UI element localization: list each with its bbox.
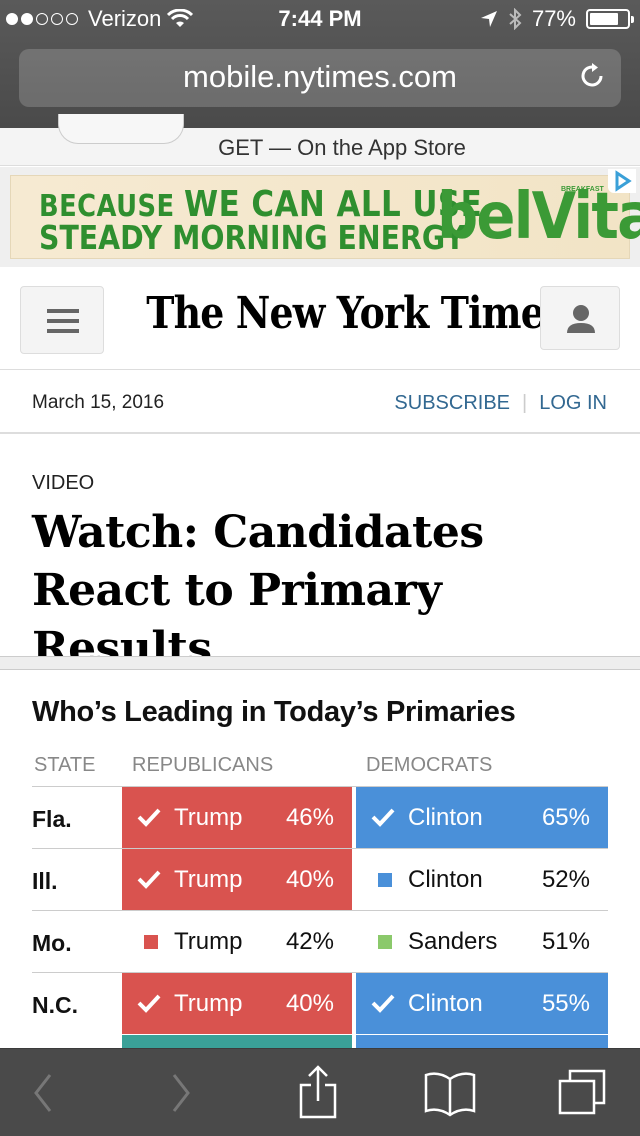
results-row: Ill. Trump 40% Clinton 52% <box>32 848 608 910</box>
candidate-percent: 40% <box>285 990 334 1017</box>
democrat-leader-cell: Clinton 55% <box>356 973 608 1034</box>
candidate-color-swatch <box>378 935 392 949</box>
state-name: N.C. <box>32 992 78 1018</box>
ad-brand-tag: BREAKFAST <box>561 186 604 193</box>
candidate-percent: 46% <box>285 804 334 831</box>
dateline-bar: March 15, 2016 SUBSCRIBE | LOG IN <box>0 370 640 434</box>
reload-icon[interactable] <box>577 61 607 91</box>
candidate-percent: 51% <box>541 928 590 955</box>
democrat-leader-cell: Clinton 52% <box>356 849 608 910</box>
nyt-logo[interactable]: The New York Times <box>146 288 565 339</box>
header-republicans: REPUBLICANS <box>132 754 274 776</box>
adchoices-icon[interactable] <box>608 169 636 193</box>
candidate-percent: 65% <box>541 804 590 831</box>
results-title: Who’s Leading in Today’s Primaries <box>32 696 516 728</box>
checkmark-icon <box>370 991 396 1015</box>
republican-leader-cell: Trump 40% <box>122 849 352 910</box>
section-divider <box>0 656 640 670</box>
state-name: Mo. <box>32 930 72 956</box>
checkmark-icon <box>136 991 162 1015</box>
advertisement[interactable]: BECAUSE WE CAN ALL USE STEADY MORNING EN… <box>0 167 640 267</box>
candidate-percent: 42% <box>285 928 334 955</box>
browser-chrome: Verizon 7:44 PM 77% mobile.nytimes.com <box>0 0 640 128</box>
results-row: Fla. Trump 46% Clinton 65% <box>32 786 608 848</box>
results-table: Fla. Trump 46% Clinton 65% Ill. Trump 40% Clinto… <box>32 786 608 1034</box>
checkmark-icon <box>136 867 162 891</box>
tabs-icon[interactable] <box>556 1049 612 1136</box>
app-banner-text: GET — On the App Store <box>218 135 466 160</box>
candidate-name: Trump <box>174 990 243 1017</box>
candidate-percent: 40% <box>285 866 334 893</box>
candidate-name: Clinton <box>408 804 483 831</box>
candidate-name: Trump <box>174 928 243 955</box>
candidate-percent: 52% <box>541 866 590 893</box>
status-right: 77% <box>480 6 634 32</box>
share-icon[interactable] <box>294 1049 342 1136</box>
link-separator: | <box>522 392 528 414</box>
back-icon[interactable] <box>20 1049 64 1136</box>
candidate-color-swatch <box>144 935 158 949</box>
republican-leader-cell: Trump 42% <box>122 911 352 972</box>
results-row: N.C. Trump 40% Clinton 55% <box>32 972 608 1034</box>
subscribe-link[interactable]: SUBSCRIBE <box>394 392 510 415</box>
account-links: SUBSCRIBE | LOG IN <box>394 392 607 415</box>
state-name: Fla. <box>32 806 72 832</box>
republican-leader-cell: Trump 40% <box>122 973 352 1034</box>
menu-button[interactable] <box>20 286 104 354</box>
battery-percent: 77% <box>531 6 576 31</box>
state-name: Ill. <box>32 868 58 894</box>
forward-icon[interactable] <box>160 1049 204 1136</box>
checkmark-icon <box>136 805 162 829</box>
candidate-percent: 55% <box>541 990 590 1017</box>
results-row: Mo. Trump 42% Sanders 51% <box>32 910 608 972</box>
democrat-leader-cell: Clinton 65% <box>356 787 608 848</box>
user-icon <box>567 305 595 333</box>
address-bar[interactable]: mobile.nytimes.com <box>19 49 621 107</box>
ad-banner[interactable]: BECAUSE WE CAN ALL USE STEADY MORNING EN… <box>10 175 640 259</box>
location-arrow-icon <box>480 11 497 27</box>
candidate-name: Clinton <box>408 866 483 893</box>
democrat-leader-cell: Sanders 51% <box>356 911 608 972</box>
republican-leader-cell: Trump 46% <box>122 787 352 848</box>
url-text: mobile.nytimes.com <box>183 59 457 94</box>
header-state: STATE <box>34 754 96 776</box>
masthead: The New York Times <box>0 268 640 370</box>
article-headline[interactable]: Watch: Candidates React to Primary Resul… <box>32 504 622 678</box>
login-link[interactable]: LOG IN <box>539 392 607 415</box>
candidate-name: Trump <box>174 866 243 893</box>
ad-headline-line2: STEADY MORNING ENERGY <box>39 218 466 257</box>
candidate-color-swatch <box>378 873 392 887</box>
checkmark-icon <box>370 805 396 829</box>
status-bar: Verizon 7:44 PM 77% <box>0 0 640 40</box>
battery-icon <box>586 9 634 29</box>
candidate-name: Sanders <box>408 928 498 955</box>
primary-results: Who’s Leading in Today’s Primaries STATE… <box>0 670 640 1050</box>
candidate-name: Trump <box>174 804 243 831</box>
candidate-name: Clinton <box>408 990 483 1017</box>
browser-toolbar <box>0 1048 640 1136</box>
article-teaser[interactable]: VIDEO Watch: Candidates React to Primary… <box>0 434 640 674</box>
app-store-banner[interactable]: GET — On the App Store <box>0 114 640 166</box>
current-date: March 15, 2016 <box>32 392 165 413</box>
bluetooth-icon <box>509 8 522 30</box>
article-kicker: VIDEO <box>32 472 95 494</box>
account-button[interactable] <box>540 286 620 350</box>
bookmarks-icon[interactable] <box>422 1049 478 1136</box>
header-democrats: DEMOCRATS <box>366 754 493 776</box>
